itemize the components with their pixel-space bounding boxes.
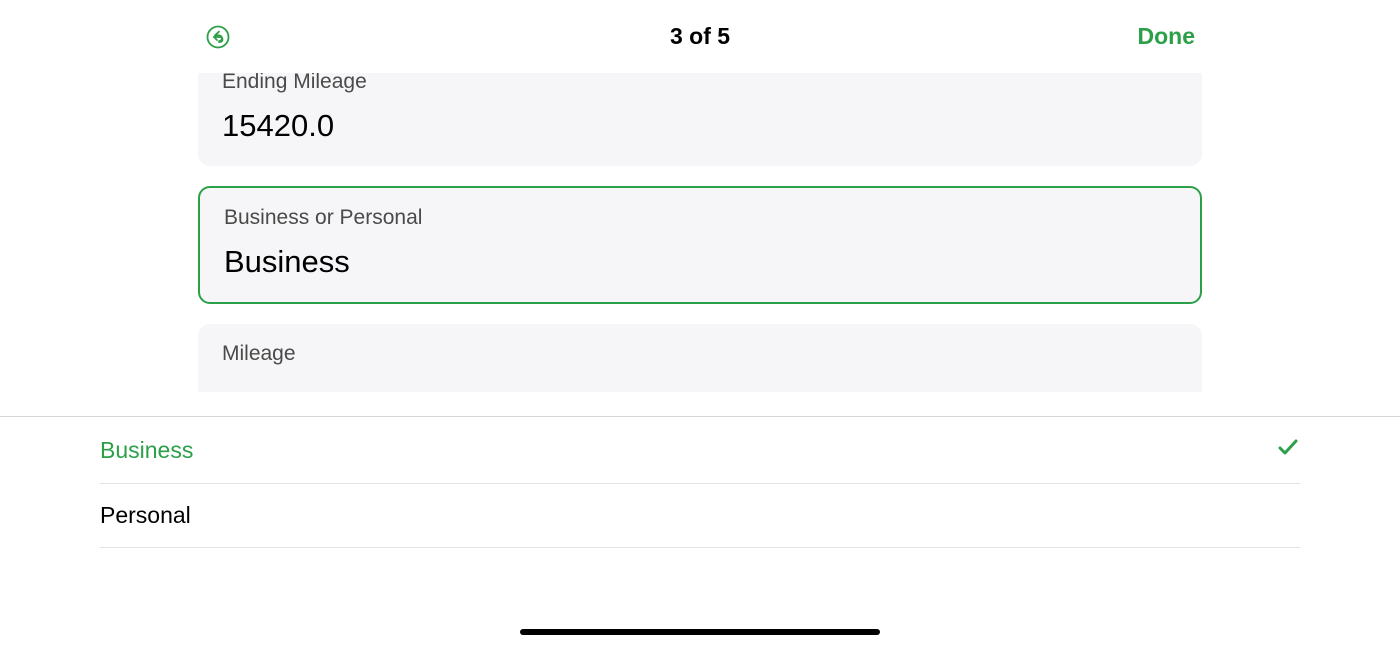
checkmark-icon (1276, 435, 1300, 465)
picker-option-label: Personal (100, 502, 191, 529)
picker-option-label: Business (100, 437, 193, 464)
picker-panel: Business Personal (0, 416, 1400, 647)
undo-icon (206, 25, 230, 49)
field-value: 15420.0 (222, 108, 1178, 144)
page-indicator: 3 of 5 (670, 23, 730, 50)
done-button[interactable]: Done (1138, 23, 1196, 50)
picker-option-business[interactable]: Business (100, 417, 1300, 484)
home-indicator[interactable] (520, 629, 880, 635)
field-value: Business (224, 244, 1176, 280)
field-label: Ending Mileage (222, 73, 1178, 94)
form-content: Ending Mileage 15420.0 Business or Perso… (0, 73, 1400, 392)
back-button[interactable] (205, 24, 231, 50)
mileage-card[interactable]: Mileage (198, 324, 1202, 392)
business-personal-card[interactable]: Business or Personal Business (198, 186, 1202, 304)
ending-mileage-card[interactable]: Ending Mileage 15420.0 (198, 73, 1202, 166)
field-label: Business or Personal (224, 206, 1176, 230)
field-label: Mileage (222, 342, 1178, 366)
navigation-bar: 3 of 5 Done (0, 0, 1400, 73)
picker-option-personal[interactable]: Personal (100, 484, 1300, 548)
